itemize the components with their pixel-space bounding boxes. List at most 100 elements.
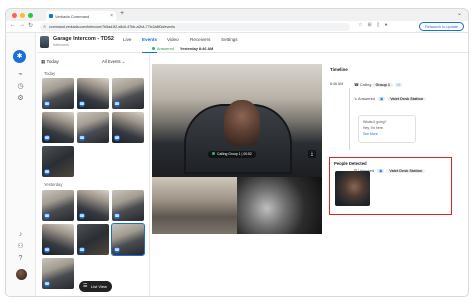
event-timestamp: Yesterday 8:46 AM <box>179 47 214 51</box>
extension-icons: ☆ ⊞ ▯ ● <box>358 22 387 28</box>
device-thumbnail <box>40 36 49 48</box>
list-view-label: List View <box>91 284 107 289</box>
event-thumbnail[interactable]: ☎ <box>42 146 74 177</box>
left-nav-rail: ✱ ⌁ ◷ ⚙ ♪ ⚇ ? <box>6 33 36 296</box>
device-subtitle: Intercoms <box>53 43 69 47</box>
browser-tab-bar: Verkada Command × + ⌄ <box>5 8 469 22</box>
address-bar[interactable]: ⊙ command.verkada.com/intercom/7b5ad1f2-… <box>40 23 350 31</box>
timeline-row-answered: ↳ Answered ▣ Valet Desk Station <box>354 96 427 101</box>
tab-settings[interactable]: Settings <box>221 37 238 53</box>
main-video-feed[interactable]: Calling Group 1 | 00:52 ⤓ <box>152 64 322 177</box>
verkada-favicon-icon <box>49 14 53 18</box>
desk-station-icon: ▣ <box>378 97 386 101</box>
call-badge-icon: ☎ <box>44 169 50 175</box>
date-picker-label: Today <box>46 59 59 64</box>
message-transcript: Whats it going? Hey, I'm here. See More <box>358 115 416 143</box>
section-today: Today <box>44 71 56 76</box>
call-badge-icon: ☎ <box>44 281 50 287</box>
alerts-nav-icon[interactable]: ♪ <box>15 229 26 240</box>
minimize-window-icon[interactable] <box>20 13 25 18</box>
people-detected-panel: People Detected <box>329 157 452 215</box>
extensions-icon[interactable]: ⊞ <box>367 22 371 28</box>
event-thumbnail[interactable]: ☎ <box>77 224 109 255</box>
help-nav-icon[interactable]: ? <box>15 253 26 264</box>
timeline-action: Calling <box>359 83 372 87</box>
tab-search-icon[interactable]: ⌄ <box>457 10 462 17</box>
tab-live[interactable]: Live <box>123 37 131 53</box>
call-badge-icon: ☎ <box>79 135 85 141</box>
group-icon: ⚇ <box>395 83 403 87</box>
users-nav-icon[interactable]: ⚇ <box>15 241 26 252</box>
event-thumbnail[interactable]: ☎ <box>42 112 74 143</box>
answered-icon: ↳ <box>354 97 358 101</box>
list-view-button[interactable]: ☰ List View <box>79 281 112 292</box>
reload-icon[interactable]: ↻ <box>28 22 33 29</box>
event-thumbnail[interactable]: ☎ <box>42 78 74 109</box>
event-thumbnail[interactable]: ☎ <box>112 112 144 143</box>
call-badge-icon: ☎ <box>79 247 85 253</box>
event-thumbnail[interactable]: ☎ <box>112 190 144 221</box>
history-nav-icon[interactable]: ◷ <box>15 81 26 92</box>
timeline-row-calling: ☎ Calling Group 1 ⚇ <box>354 82 404 87</box>
new-tab-icon[interactable]: + <box>120 10 124 17</box>
event-thumbnail[interactable]: ☎ <box>77 112 109 143</box>
event-thumbnail[interactable]: ☎ <box>42 224 74 255</box>
event-filter-label: All Events <box>102 59 121 64</box>
browser-toolbar: ← → ↻ ⊙ command.verkada.com/intercom/7b5… <box>5 21 469 33</box>
lock-icon: ⊙ <box>43 24 47 29</box>
secondary-video-feed-2[interactable] <box>237 177 322 234</box>
timeline-panel: Timeline 8:46 AM ☎ Calling Group 1 ⚇ ↳ An… <box>330 64 456 182</box>
user-avatar[interactable] <box>16 269 27 280</box>
event-thumbnail[interactable]: ☎ <box>77 78 109 109</box>
event-filter-dropdown[interactable]: All Events ⌄ <box>102 59 125 64</box>
calendar-icon: ▦ <box>41 59 46 64</box>
event-thumbnail-selected[interactable]: ☎ <box>111 223 145 256</box>
see-more-link[interactable]: See More <box>363 131 411 137</box>
events-list: ▦ Today All Events ⌄ Today ☎ ☎ ☎ ☎ ☎ ☎ ☎… <box>37 54 150 296</box>
people-detected-title: People Detected <box>334 161 367 166</box>
detected-person-thumbnail[interactable] <box>335 171 370 206</box>
close-window-icon[interactable] <box>12 13 17 18</box>
back-icon[interactable]: ← <box>10 22 16 28</box>
event-meta: Answered Yesterday 8:46 AM <box>152 47 213 51</box>
relaunch-update-button[interactable]: Relaunch to update <box>419 22 464 31</box>
sidebar-icon[interactable]: ▯ <box>377 22 380 28</box>
call-badge-icon: ☎ <box>44 247 50 253</box>
call-badge-icon: ☎ <box>114 247 120 253</box>
call-badge-icon: ☎ <box>114 101 120 107</box>
chevron-down-icon: ⌄ <box>121 59 126 64</box>
settings-nav-icon[interactable]: ⚙ <box>15 93 26 104</box>
event-thumbnail[interactable]: ☎ <box>112 78 144 109</box>
call-badge-icon: ☎ <box>44 213 50 219</box>
app-frame: ✱ ⌁ ◷ ⚙ ♪ ⚇ ? Garage Intercom - TD52 Int… <box>5 33 469 297</box>
event-thumbnail[interactable]: ☎ <box>77 190 109 221</box>
calling-status-badge: Calling Group 1 | 00:52 <box>208 151 256 158</box>
event-thumbnail[interactable]: ☎ <box>42 258 74 289</box>
timeline-action: Answered <box>358 97 375 101</box>
list-icon: ☰ <box>83 283 88 289</box>
date-picker[interactable]: ▦ Today <box>41 59 59 65</box>
timeline-target: Valet Desk Station <box>387 97 427 101</box>
intercom-nav-icon[interactable]: ⌁ <box>15 69 26 80</box>
maximize-window-icon[interactable] <box>28 13 33 18</box>
device-title: Garage Intercom - TD52 <box>53 36 114 42</box>
verkada-logo-icon[interactable]: ✱ <box>13 50 26 63</box>
forward-icon[interactable]: → <box>19 22 25 28</box>
call-badge-icon: ☎ <box>44 135 50 141</box>
timeline-connector <box>349 88 350 150</box>
download-icon[interactable]: ⤓ <box>308 150 316 158</box>
event-thumbnail[interactable]: ☎ <box>42 190 74 221</box>
device-header: Garage Intercom - TD52 Intercoms Live Ev… <box>37 33 468 53</box>
call-duration: 00:52 <box>243 152 252 156</box>
phone-icon: ☎ <box>354 83 359 87</box>
timeline-title: Timeline <box>330 67 348 72</box>
call-badge-icon: ☎ <box>79 213 85 219</box>
window-controls[interactable] <box>12 13 33 18</box>
person-figure <box>224 100 260 146</box>
secondary-video-feed-1[interactable] <box>152 177 237 234</box>
url-text: command.verkada.com/intercom/7b5ad1f2-e8… <box>49 25 176 29</box>
bookmark-icon[interactable]: ☆ <box>358 22 362 28</box>
profile-icon[interactable]: ● <box>384 22 387 28</box>
call-badge-icon: ☎ <box>114 213 120 219</box>
call-badge-icon: ☎ <box>79 101 85 107</box>
